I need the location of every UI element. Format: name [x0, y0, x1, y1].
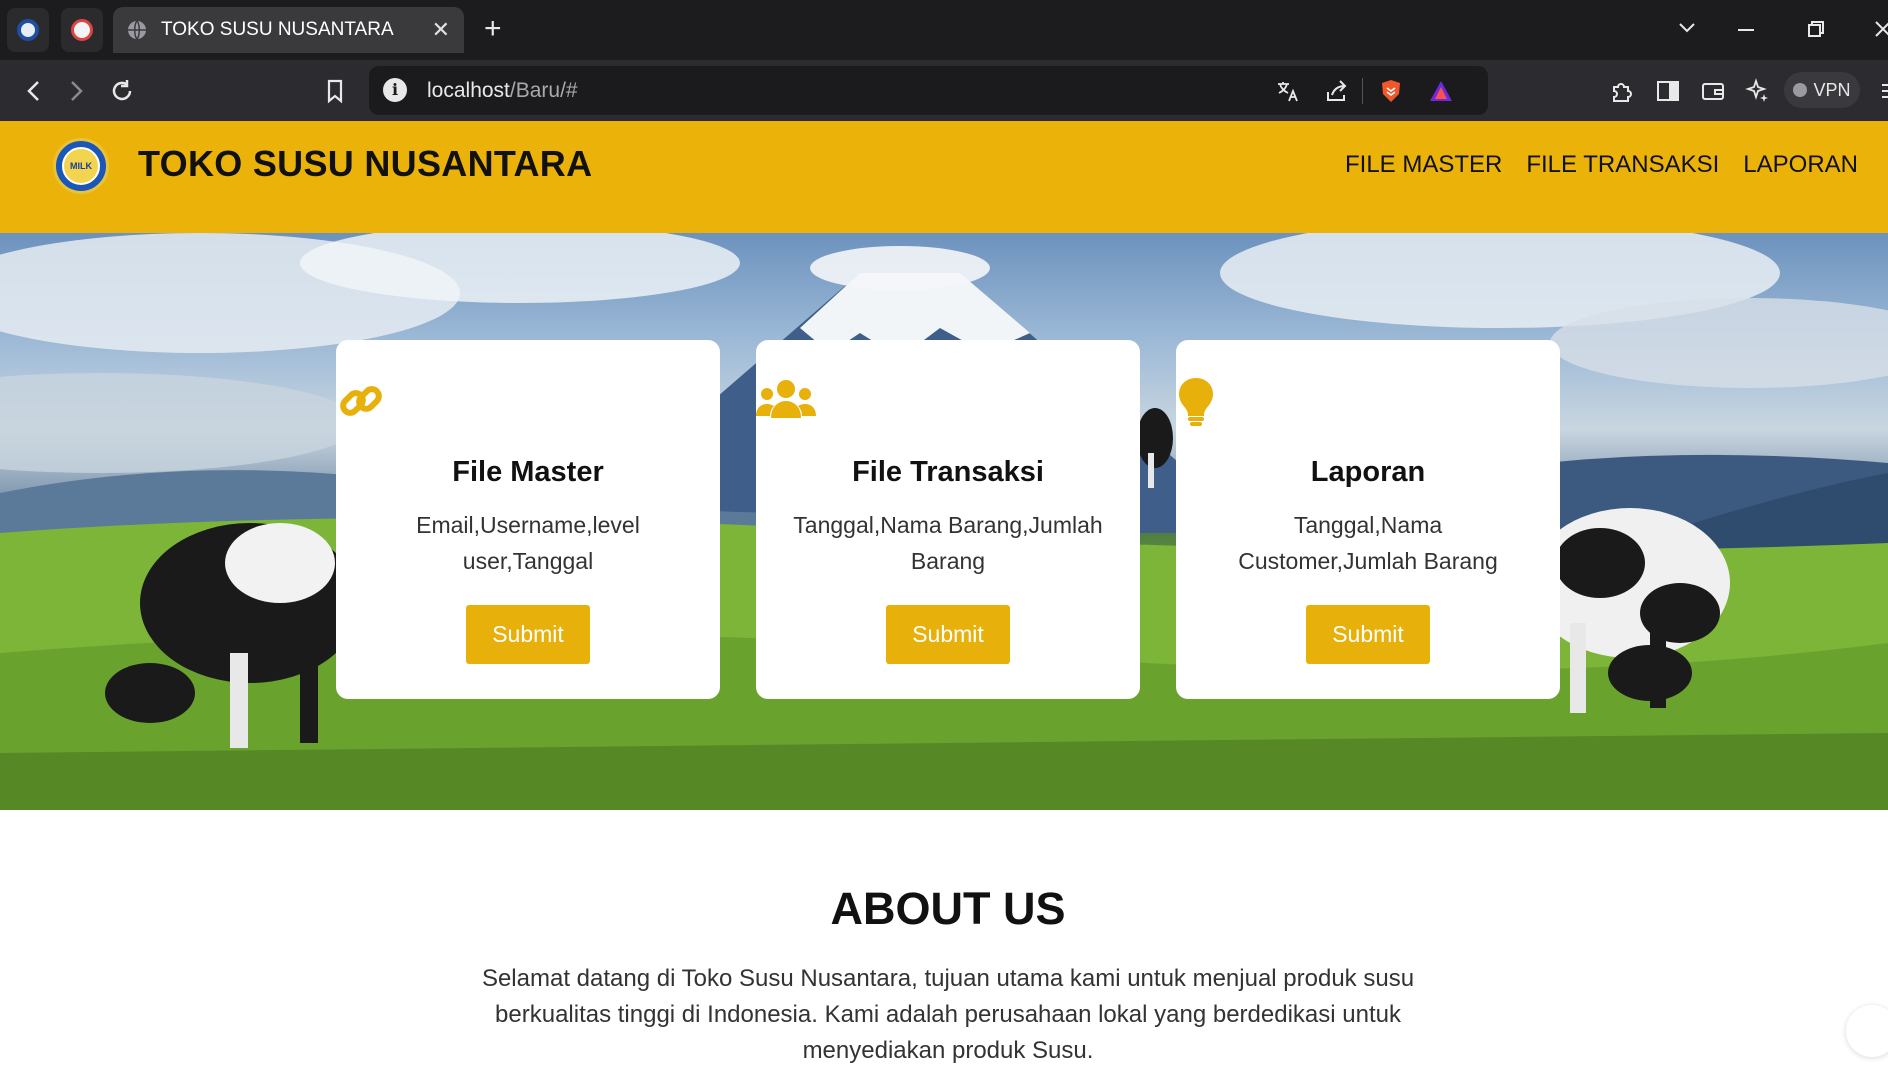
vpn-label: VPN	[1813, 79, 1851, 100]
card-title: File Master	[452, 456, 604, 488]
url-path: /Baru/#	[509, 79, 578, 102]
close-tab-icon[interactable]: ✕	[432, 19, 450, 41]
main-nav: FILE MASTER FILE TRANSAKSI LAPORAN	[1345, 151, 1858, 179]
page-viewport: MILK TOKO SUSU NUSANTARA FILE MASTER FIL…	[0, 121, 1888, 1079]
active-tab[interactable]: TOKO SUSU NUSANTARA ✕	[113, 7, 464, 53]
pinned-tab-2[interactable]	[61, 8, 103, 52]
sidebar-icon[interactable]	[1655, 78, 1681, 104]
nav-file-master[interactable]: FILE MASTER	[1345, 151, 1502, 179]
browser-toolbar: i localhost/Baru/# VPN	[0, 60, 1888, 121]
pinned-tab-favicon	[17, 19, 39, 41]
card-description: Tanggal,Nama Barang,Jumlah Barang	[793, 512, 1103, 574]
leo-ai-icon[interactable]	[1744, 78, 1770, 104]
new-tab-button[interactable]: +	[484, 14, 502, 44]
vpn-status-icon	[1793, 83, 1808, 97]
brand-logo-badge: MILK	[62, 147, 100, 185]
pinned-tab-1[interactable]	[7, 8, 49, 52]
card-file-master: File Master Email,Username,level user,Ta…	[336, 340, 720, 699]
address-bar-divider	[1362, 78, 1363, 104]
restore-icon[interactable]	[1807, 20, 1825, 38]
forward-icon[interactable]	[63, 78, 89, 104]
card-laporan: Laporan Tanggal,Nama Customer,Jumlah Bar…	[1176, 340, 1560, 699]
minimize-icon[interactable]	[1738, 28, 1756, 32]
site-navbar: MILK TOKO SUSU NUSANTARA FILE MASTER FIL…	[0, 121, 1888, 233]
hero-section: File Master Email,Username,level user,Ta…	[0, 233, 1888, 810]
back-icon[interactable]	[21, 78, 47, 104]
about-title: ABOUT US	[830, 883, 1066, 934]
link-icon	[340, 386, 382, 416]
url-host: localhost	[427, 79, 510, 102]
card-description: Tanggal,Nama Customer,Jumlah Barang	[1238, 512, 1498, 574]
vpn-button[interactable]: VPN	[1784, 72, 1860, 108]
nav-laporan[interactable]: LAPORAN	[1743, 151, 1858, 179]
menu-icon[interactable]	[1874, 78, 1888, 104]
card-title: File Transaksi	[852, 456, 1044, 488]
users-icon	[756, 380, 816, 418]
close-window-icon[interactable]	[1874, 20, 1888, 38]
brand-logo[interactable]: MILK	[53, 138, 109, 194]
submit-button[interactable]: Submit	[466, 605, 590, 664]
globe-icon	[128, 20, 146, 40]
chevron-down-icon[interactable]	[1677, 20, 1697, 36]
brand-name[interactable]: TOKO SUSU NUSANTARA	[138, 143, 592, 185]
scroll-to-top-button[interactable]	[1846, 1005, 1888, 1057]
pinned-tab-favicon	[71, 19, 93, 41]
card-file-transaksi: File Transaksi Tanggal,Nama Barang,Jumla…	[756, 340, 1140, 699]
translate-icon[interactable]	[1275, 78, 1301, 104]
bookmark-icon[interactable]	[322, 78, 348, 104]
extensions-icon[interactable]	[1609, 78, 1635, 104]
tab-title: TOKO SUSU NUSANTARA	[161, 19, 394, 40]
brave-rewards-icon[interactable]	[1428, 78, 1454, 104]
site-info-icon[interactable]: i	[383, 78, 407, 102]
brave-shield-icon[interactable]	[1378, 78, 1404, 104]
nav-file-transaksi[interactable]: FILE TRANSAKSI	[1526, 151, 1719, 179]
card-title: Laporan	[1310, 456, 1426, 488]
submit-button[interactable]: Submit	[886, 605, 1010, 664]
address-bar[interactable]: i localhost/Baru/#	[369, 66, 1488, 115]
share-icon[interactable]	[1324, 78, 1350, 104]
submit-button[interactable]: Submit	[1306, 605, 1430, 664]
browser-tab-bar: TOKO SUSU NUSANTARA ✕ +	[0, 0, 1888, 60]
url-text[interactable]: localhost/Baru/#	[427, 79, 578, 103]
card-description: Email,Username,level user,Tanggal	[416, 512, 640, 574]
lightbulb-icon	[1179, 378, 1213, 426]
about-text: Selamat datang di Toko Susu Nusantara, t…	[481, 965, 1415, 1064]
wallet-icon[interactable]	[1700, 78, 1726, 104]
reload-icon[interactable]	[109, 78, 135, 104]
